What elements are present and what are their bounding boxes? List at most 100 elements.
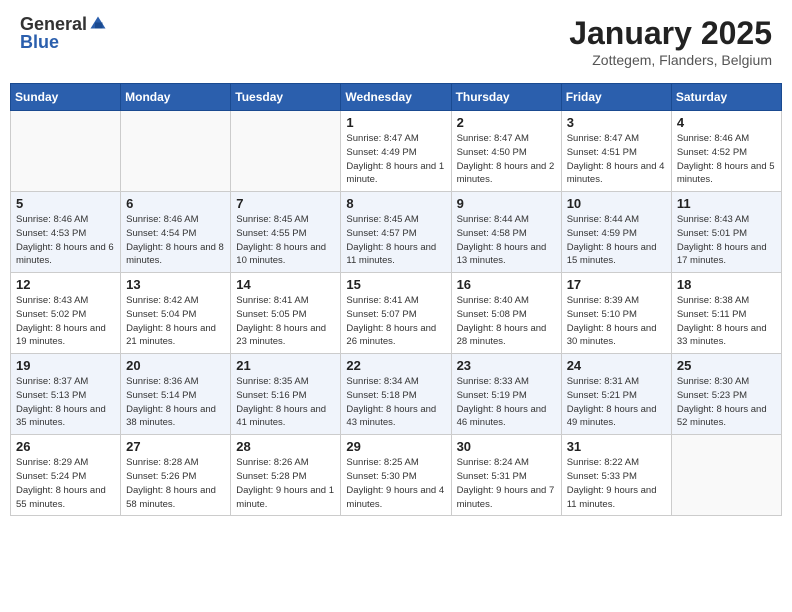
calendar-cell: 25Sunrise: 8:30 AM Sunset: 5:23 PM Dayli… (671, 354, 781, 435)
day-number: 10 (567, 196, 666, 211)
calendar-cell: 6 Sunrise: 8:46 AM Sunset: 4:54 PM Daylig… (121, 192, 231, 273)
calendar-cell (11, 111, 121, 192)
calendar-cell: 24 Sunrise: 8:31 AM Sunset: 5:21 PM Dayli… (561, 354, 671, 435)
day-info: Sunrise: 8:46 AM Sunset: 4:53 PM Dayligh… (16, 213, 115, 268)
day-number: 5 (16, 196, 115, 211)
calendar-cell: 16 Sunrise: 8:40 AM Sunset: 5:08 PM Dayli… (451, 273, 561, 354)
calendar-cell: 11 Sunrise: 8:43 AM Sunset: 5:01 PM Dayli… (671, 192, 781, 273)
calendar-cell: 27Sunrise: 8:28 AM Sunset: 5:26 PM Dayli… (121, 435, 231, 516)
calendar-cell: 13 Sunrise: 8:42 AM Sunset: 5:04 PM Dayli… (121, 273, 231, 354)
day-info: Sunrise: 8:41 AM Sunset: 5:07 PM Dayligh… (346, 294, 445, 349)
day-info: Sunrise: 8:36 AM Sunset: 5:14 PM Dayligh… (126, 375, 225, 430)
calendar-cell: 30 Sunrise: 8:24 AM Sunset: 5:31 PM Dayli… (451, 435, 561, 516)
day-number: 18 (677, 277, 776, 292)
calendar-cell: 8 Sunrise: 8:45 AM Sunset: 4:57 PM Daylig… (341, 192, 451, 273)
day-number: 9 (457, 196, 556, 211)
day-info: Sunrise: 8:43 AM Sunset: 5:01 PM Dayligh… (677, 213, 776, 268)
column-header-wednesday: Wednesday (341, 84, 451, 111)
day-number: 30 (457, 439, 556, 454)
day-number: 22 (346, 358, 445, 373)
day-number: 11 (677, 196, 776, 211)
logo-icon (89, 15, 107, 33)
day-number: 24 (567, 358, 666, 373)
calendar-cell: 2 Sunrise: 8:47 AM Sunset: 4:50 PM Daylig… (451, 111, 561, 192)
calendar-week-row: 26 Sunrise: 8:29 AM Sunset: 5:24 PM Dayli… (11, 435, 782, 516)
calendar-cell: 19Sunrise: 8:37 AM Sunset: 5:13 PM Dayli… (11, 354, 121, 435)
column-header-sunday: Sunday (11, 84, 121, 111)
calendar-cell: 22 Sunrise: 8:34 AM Sunset: 5:18 PM Dayli… (341, 354, 451, 435)
calendar-cell: 26 Sunrise: 8:29 AM Sunset: 5:24 PM Dayli… (11, 435, 121, 516)
calendar-cell: 28 Sunrise: 8:26 AM Sunset: 5:28 PM Dayli… (231, 435, 341, 516)
day-number: 1 (346, 115, 445, 130)
day-info: Sunrise: 8:37 AM Sunset: 5:13 PM Dayligh… (16, 375, 115, 430)
column-header-tuesday: Tuesday (231, 84, 341, 111)
day-number: 8 (346, 196, 445, 211)
column-header-friday: Friday (561, 84, 671, 111)
day-info: Sunrise: 8:31 AM Sunset: 5:21 PM Dayligh… (567, 375, 666, 430)
calendar-cell: 1 Sunrise: 8:47 AM Sunset: 4:49 PM Daylig… (341, 111, 451, 192)
day-number: 7 (236, 196, 335, 211)
day-info: Sunrise: 8:43 AM Sunset: 5:02 PM Dayligh… (16, 294, 115, 349)
calendar-header-row: SundayMondayTuesdayWednesdayThursdayFrid… (11, 84, 782, 111)
column-header-thursday: Thursday (451, 84, 561, 111)
day-info: Sunrise: 8:33 AM Sunset: 5:19 PM Dayligh… (457, 375, 556, 430)
day-number: 23 (457, 358, 556, 373)
calendar-cell: 7 Sunrise: 8:45 AM Sunset: 4:55 PM Daylig… (231, 192, 341, 273)
calendar-cell: 20Sunrise: 8:36 AM Sunset: 5:14 PM Dayli… (121, 354, 231, 435)
day-info: Sunrise: 8:46 AM Sunset: 4:52 PM Dayligh… (677, 132, 776, 187)
calendar-cell: 9 Sunrise: 8:44 AM Sunset: 4:58 PM Daylig… (451, 192, 561, 273)
day-number: 13 (126, 277, 225, 292)
day-info: Sunrise: 8:40 AM Sunset: 5:08 PM Dayligh… (457, 294, 556, 349)
day-number: 31 (567, 439, 666, 454)
column-header-saturday: Saturday (671, 84, 781, 111)
day-info: Sunrise: 8:28 AM Sunset: 5:26 PM Dayligh… (126, 456, 225, 511)
day-info: Sunrise: 8:46 AM Sunset: 4:54 PM Dayligh… (126, 213, 225, 268)
day-number: 2 (457, 115, 556, 130)
day-info: Sunrise: 8:47 AM Sunset: 4:50 PM Dayligh… (457, 132, 556, 187)
logo-blue-text: Blue (20, 32, 59, 52)
day-info: Sunrise: 8:47 AM Sunset: 4:49 PM Dayligh… (346, 132, 445, 187)
title-block: January 2025 Zottegem, Flanders, Belgium (569, 15, 772, 68)
day-number: 6 (126, 196, 225, 211)
day-info: Sunrise: 8:41 AM Sunset: 5:05 PM Dayligh… (236, 294, 335, 349)
day-info: Sunrise: 8:29 AM Sunset: 5:24 PM Dayligh… (16, 456, 115, 511)
day-info: Sunrise: 8:25 AM Sunset: 5:30 PM Dayligh… (346, 456, 445, 511)
day-info: Sunrise: 8:38 AM Sunset: 5:11 PM Dayligh… (677, 294, 776, 349)
day-info: Sunrise: 8:44 AM Sunset: 4:59 PM Dayligh… (567, 213, 666, 268)
day-number: 17 (567, 277, 666, 292)
day-info: Sunrise: 8:44 AM Sunset: 4:58 PM Dayligh… (457, 213, 556, 268)
day-number: 15 (346, 277, 445, 292)
day-info: Sunrise: 8:24 AM Sunset: 5:31 PM Dayligh… (457, 456, 556, 511)
calendar-week-row: 12Sunrise: 8:43 AM Sunset: 5:02 PM Dayli… (11, 273, 782, 354)
calendar-title: January 2025 (569, 15, 772, 52)
calendar-cell: 29Sunrise: 8:25 AM Sunset: 5:30 PM Dayli… (341, 435, 451, 516)
day-info: Sunrise: 8:45 AM Sunset: 4:57 PM Dayligh… (346, 213, 445, 268)
day-number: 16 (457, 277, 556, 292)
day-info: Sunrise: 8:35 AM Sunset: 5:16 PM Dayligh… (236, 375, 335, 430)
calendar-week-row: 1 Sunrise: 8:47 AM Sunset: 4:49 PM Daylig… (11, 111, 782, 192)
day-number: 3 (567, 115, 666, 130)
calendar-table: SundayMondayTuesdayWednesdayThursdayFrid… (10, 83, 782, 516)
day-info: Sunrise: 8:39 AM Sunset: 5:10 PM Dayligh… (567, 294, 666, 349)
calendar-cell: 15 Sunrise: 8:41 AM Sunset: 5:07 PM Dayli… (341, 273, 451, 354)
calendar-cell (671, 435, 781, 516)
day-info: Sunrise: 8:34 AM Sunset: 5:18 PM Dayligh… (346, 375, 445, 430)
calendar-cell: 5 Sunrise: 8:46 AM Sunset: 4:53 PM Daylig… (11, 192, 121, 273)
day-info: Sunrise: 8:47 AM Sunset: 4:51 PM Dayligh… (567, 132, 666, 187)
day-number: 4 (677, 115, 776, 130)
calendar-cell: 23 Sunrise: 8:33 AM Sunset: 5:19 PM Dayli… (451, 354, 561, 435)
column-header-monday: Monday (121, 84, 231, 111)
calendar-cell: 17 Sunrise: 8:39 AM Sunset: 5:10 PM Dayli… (561, 273, 671, 354)
calendar-cell: 18 Sunrise: 8:38 AM Sunset: 5:11 PM Dayli… (671, 273, 781, 354)
day-info: Sunrise: 8:26 AM Sunset: 5:28 PM Dayligh… (236, 456, 335, 511)
calendar-cell: 4 Sunrise: 8:46 AM Sunset: 4:52 PM Daylig… (671, 111, 781, 192)
day-info: Sunrise: 8:45 AM Sunset: 4:55 PM Dayligh… (236, 213, 335, 268)
day-number: 21 (236, 358, 335, 373)
day-info: Sunrise: 8:42 AM Sunset: 5:04 PM Dayligh… (126, 294, 225, 349)
page-header: General Blue January 2025 Zottegem, Flan… (10, 10, 782, 73)
logo: General Blue (20, 15, 107, 53)
day-number: 28 (236, 439, 335, 454)
day-number: 26 (16, 439, 115, 454)
calendar-cell: 3 Sunrise: 8:47 AM Sunset: 4:51 PM Daylig… (561, 111, 671, 192)
calendar-cell: 31Sunrise: 8:22 AM Sunset: 5:33 PM Dayli… (561, 435, 671, 516)
